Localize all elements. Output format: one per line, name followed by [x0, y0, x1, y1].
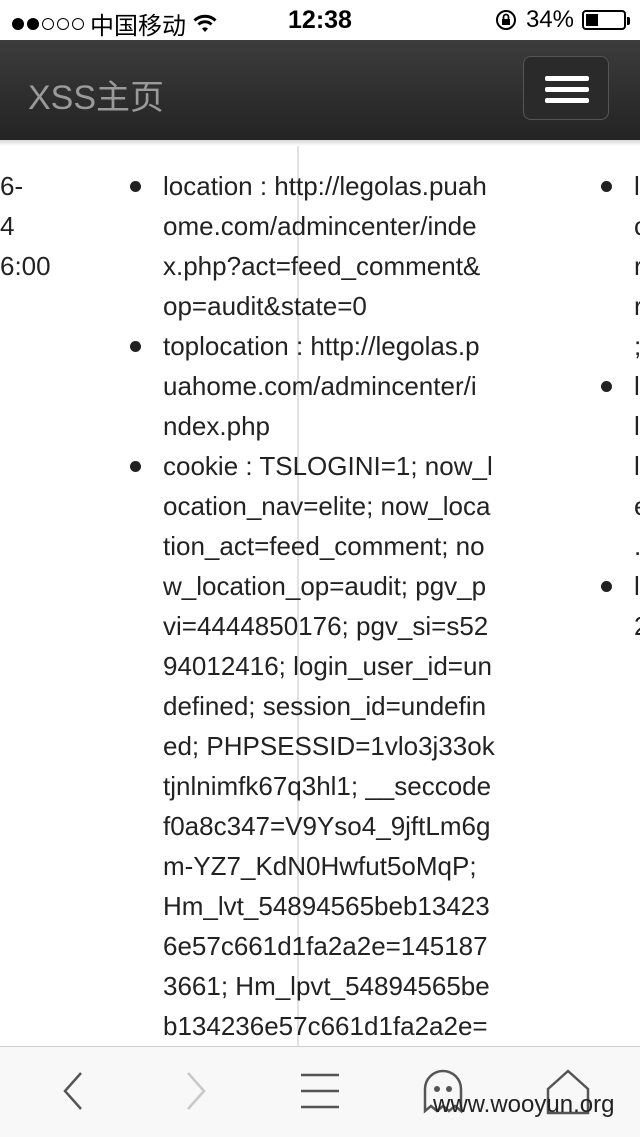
item-text-line: m-YZ7_KdN0Hwfut5oMqP;: [163, 851, 477, 881]
left-fragment: 4: [0, 211, 15, 241]
bullet-icon: [130, 341, 141, 352]
item-text-line: Hm_lvt_54894565beb13423: [163, 891, 490, 921]
item-text-line: 3661; Hm_lpvt_54894565be: [163, 971, 490, 1001]
item-text-line: ocation_nav=elite; now_loca: [163, 491, 491, 521]
chevron-right-icon[interactable]: [168, 1065, 224, 1117]
item-text-line: ed; PHPSESSID=1vlo3j33ok: [163, 731, 495, 761]
item-text-line: 2: [634, 606, 640, 646]
item-text-line: cookie : TSLOGINI=1; now_l: [163, 451, 493, 481]
record-detail-list: location : http://legolas.puah ome.com/ad…: [130, 166, 502, 1046]
list-item: location : http://legolas.puah ome.com/ad…: [130, 166, 502, 326]
item-text-line: l: [634, 571, 640, 601]
item-text-line: w_location_op=audit; pgv_p: [163, 571, 487, 601]
watermark: www.wooyun.org: [433, 1091, 615, 1118]
bullet-icon: [130, 181, 141, 192]
chevron-left-icon[interactable]: [45, 1065, 101, 1117]
item-text-line: tjnlnimfk67q3hl1; __seccode: [163, 771, 492, 801]
content-area[interactable]: 6- 4 6:00 location : http://legolas.puah…: [0, 146, 640, 1046]
status-bar: 中国移动 12:38 34%: [0, 0, 640, 40]
item-text-line: f0a8c347=V9Yso4_9jftLm6g: [163, 811, 491, 841]
left-column-fragments: 6- 4 6:00: [0, 166, 51, 286]
item-text-line: l: [634, 451, 640, 481]
item-text-line: vi=4444850176; pgv_si=s52: [163, 611, 489, 641]
item-text-line: l: [634, 171, 640, 201]
list-item: llle.: [601, 366, 640, 566]
next-column-list: lcrr;llle.l2: [601, 166, 640, 646]
hamburger-icon: [545, 76, 589, 81]
item-text-line: ome.com/admincenter/inde: [163, 211, 477, 241]
item-text-line: ndex.php: [163, 411, 270, 441]
brand-title[interactable]: XSS主页: [28, 70, 164, 119]
list-item: lcrr;: [601, 166, 640, 366]
item-text-line: c: [634, 206, 640, 246]
list-item: cookie : TSLOGINI=1; now_l ocation_nav=el…: [130, 446, 502, 1046]
item-text-line: op=audit&state=0: [163, 291, 367, 321]
battery-percent: 34%: [525, 6, 574, 33]
item-text-line: .: [634, 526, 640, 566]
item-text-line: l: [634, 411, 640, 441]
hamburger-icon-bar: [545, 98, 589, 103]
item-text-line: location : http://legolas.puah: [163, 171, 487, 201]
navbar: XSS主页: [0, 40, 640, 142]
battery-icon: [582, 10, 630, 30]
item-text-line: defined; session_id=undefin: [163, 691, 487, 721]
item-text-line: r: [634, 251, 640, 281]
left-fragment: 6:00: [0, 251, 51, 281]
item-text-line: l: [634, 371, 640, 401]
left-fragment: 6-: [0, 171, 24, 201]
hamburger-icon-bar: [545, 87, 589, 92]
item-text-line: r: [634, 291, 640, 321]
rotation-lock-icon: [495, 10, 516, 30]
list-item: toplocation : http://legolas.p uahome.com…: [130, 326, 502, 446]
item-text-line: ;: [634, 326, 640, 366]
item-text-line: b134236e57c661d1fa2a2e=: [163, 1011, 488, 1041]
menu-icon[interactable]: [292, 1065, 348, 1117]
status-right: 34%: [494, 6, 630, 34]
item-text-line: tion_act=feed_comment; no: [163, 531, 485, 561]
item-text-line: uahome.com/admincenter/i: [163, 371, 477, 401]
list-item: l2: [601, 566, 640, 646]
bullet-icon: [601, 581, 612, 592]
bullet-icon: [601, 181, 612, 192]
item-text-line: toplocation : http://legolas.p: [163, 331, 480, 361]
item-text-line: 94012416; login_user_id=un: [163, 651, 492, 681]
bullet-icon: [601, 381, 612, 392]
item-text-line: e: [634, 486, 640, 526]
bullet-icon: [130, 461, 141, 472]
item-text-line: x.php?act=feed_comment&: [163, 251, 481, 281]
item-text-line: 6e57c661d1fa2a2e=145187: [163, 931, 488, 961]
menu-toggle-button[interactable]: [523, 56, 609, 120]
